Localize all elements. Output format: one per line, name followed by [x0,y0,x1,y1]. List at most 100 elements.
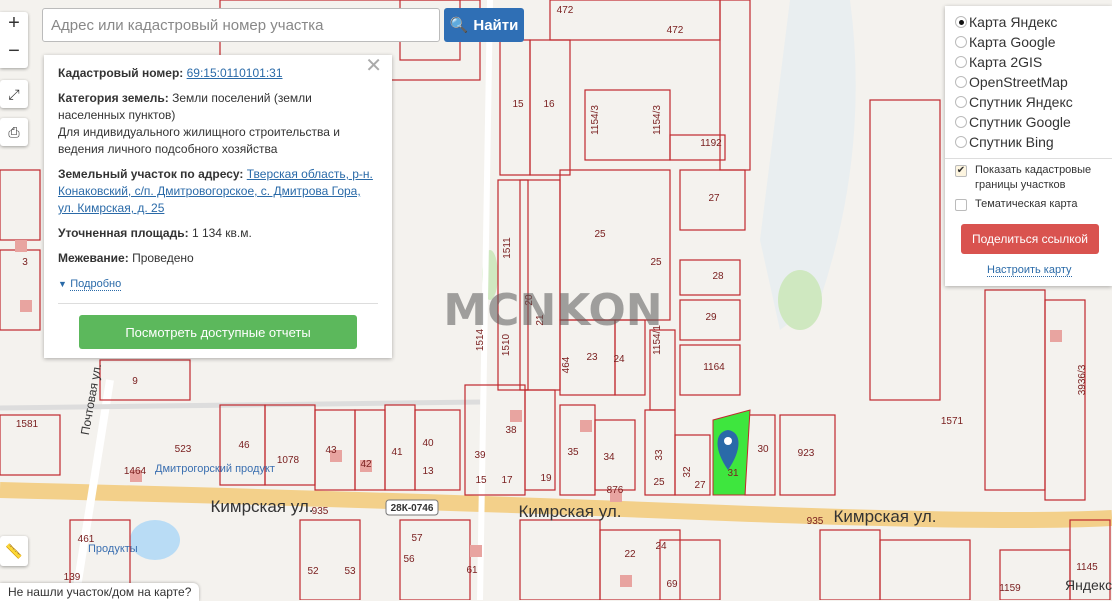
parcel-number: 27 [708,193,720,204]
parcel-number: 19 [540,473,552,484]
parcel-number: 33 [654,449,665,461]
parcel-number: 29 [705,312,717,323]
building [20,300,32,312]
parcel-number: 25 [650,257,662,268]
not-found-link[interactable]: Не нашли участок/дом на карте? [0,583,200,601]
yandex-logo: Яндекс [1065,577,1112,593]
parcel-number: 13 [422,466,434,477]
layer-option[interactable]: Карта Яндекс [955,12,1112,32]
view-reports-button[interactable]: Посмотреть доступные отчеты [79,315,357,349]
parcel-number: 43 [325,445,337,456]
building [620,575,632,587]
survey-label: Межевание: [58,251,129,265]
parcel-number: 1571 [941,416,964,427]
parcel-number: 1154/3 [652,105,663,135]
parcel-number: 1164 [703,362,725,373]
radio-icon [955,16,967,28]
parcel-number: 41 [391,447,403,458]
caret-down-icon: ▼ [58,279,67,289]
zoom-out-button[interactable]: − [8,40,20,68]
layer-option[interactable]: Карта Google [955,32,1112,52]
building [1050,330,1062,342]
road-code: 28К-0746 [391,503,434,514]
poi-label: Дмитрогорский продукт [155,463,275,475]
parcel-number: 923 [798,448,815,459]
divider [58,303,378,304]
search-button[interactable]: 🔍 Найти [444,8,524,42]
layer-option[interactable]: OpenStreetMap [955,72,1112,92]
parcel-number: 1581 [16,419,39,430]
print-button[interactable]: ⎙ [0,118,28,146]
parcel-number: 1145 [1076,562,1098,573]
street-label: Кимрская ул. [518,502,621,521]
search-button-label: Найти [473,16,519,34]
building [580,420,592,432]
configure-map-link[interactable]: Настроить карту [987,264,1072,277]
parcel-number: 935 [807,516,824,527]
parcel-number: 9 [132,376,138,387]
share-link-button[interactable]: Поделиться ссылкой [961,224,1099,254]
parcel-number: 27 [694,480,706,491]
parcel-number: 57 [411,533,423,544]
layer-option[interactable]: Карта 2GIS [955,52,1112,72]
radio-icon [955,96,967,108]
parcel-number: 1192 [700,138,722,149]
parcel-number: 25 [653,477,665,488]
ruler-button[interactable]: 📏 [0,536,28,566]
show-borders-label: Показать кадастровые границы участков [975,164,1092,191]
layer-option[interactable]: Спутник Яндекс [955,92,1112,112]
street-label: Кимрская ул. [210,497,313,516]
radio-icon [955,116,967,128]
parcel-number: 53 [344,566,356,577]
layer-option[interactable]: Спутник Google [955,112,1112,132]
layer-option-label: Карта Яндекс [969,14,1058,30]
parcel-number: 1078 [277,455,300,466]
close-icon[interactable]: ✕ [365,56,382,76]
parcel-number: 472 [667,25,684,36]
parcel-number: 46 [238,440,250,451]
zoom-in-button[interactable]: + [8,12,20,40]
parcel-number: 61 [466,565,478,576]
layer-option[interactable]: Спутник Bing [955,132,1112,152]
ruler-icon: 📏 [5,542,23,559]
parcel-number: 25 [594,229,606,240]
fullscreen-button[interactable]: ⤢ [0,80,28,108]
parcel-number: 3 [22,257,28,268]
map-pin-dot [724,437,732,445]
parcel-number: 52 [307,566,319,577]
thematic-map-label: Тематическая карта [975,198,1078,210]
parcel-number: 38 [505,425,517,436]
expand-icon: ⤢ [8,85,20,102]
parcel-number: 472 [557,5,574,16]
parcel-number: 1159 [999,583,1021,594]
parcel-number: 23 [586,352,598,363]
checkbox-empty-icon [955,199,967,211]
layer-panel: Карта Яндекс Карта Google Карта 2GIS OpenSt… [945,6,1112,286]
poi-label: Продукты [88,543,138,555]
show-borders-checkbox[interactable]: ✔ Показать кадастровые границы участков [955,163,1112,193]
parcel-number: 31 [727,468,739,479]
layer-option-label: Спутник Bing [969,134,1054,150]
parcel-number: 24 [655,541,667,552]
parcel-number: 139 [64,572,81,583]
radio-icon [955,56,967,68]
cadastral-number-link[interactable]: 69:15:0110101:31 [187,66,283,80]
survey-value: Проведено [132,251,194,265]
parcel-number: 3936/3 [1077,364,1088,395]
thematic-map-checkbox[interactable]: Тематическая карта [955,197,1112,212]
parcel-info-panel: ✕ Кадастровый номер: 69:15:0110101:31 Ка… [44,55,392,358]
street-label: Кимрская ул. [833,507,936,526]
parcel-number: 523 [175,444,192,455]
building [15,240,27,252]
parcel-number: 32 [682,466,693,478]
building [470,545,482,557]
parcel-number: 1510 [501,333,512,356]
permitted-use: Для индивидуального жилищного строительс… [58,125,340,156]
more-details-link[interactable]: Подробно [70,278,122,291]
parcel-number: 56 [403,554,415,565]
search-input[interactable] [42,8,440,42]
layer-option-label: Карта Google [969,34,1056,50]
layer-option-label: Спутник Google [969,114,1071,130]
category-label: Категория земель: [58,91,169,105]
cadastral-label: Кадастровый номер: [58,66,184,80]
